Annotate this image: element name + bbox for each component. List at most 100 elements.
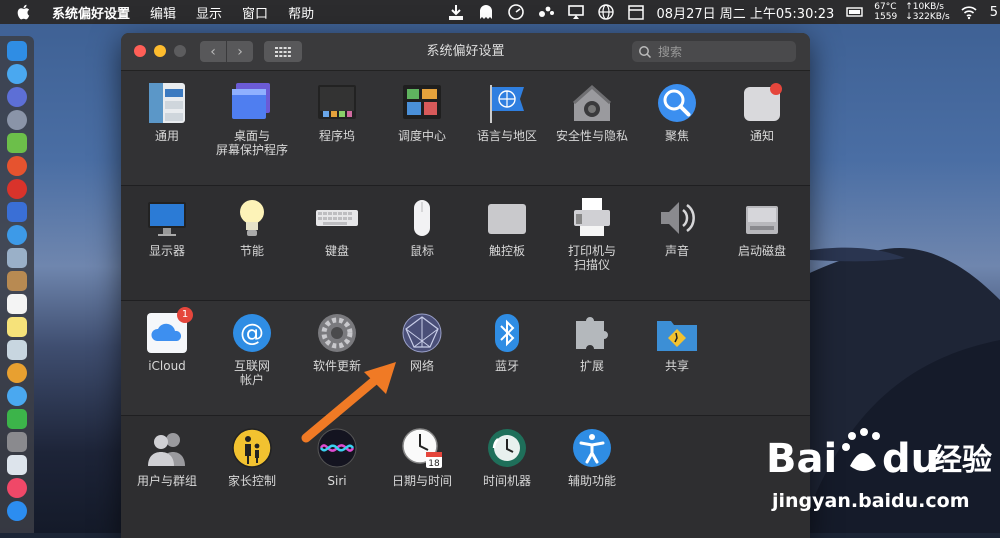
finder-icon[interactable] (7, 41, 27, 61)
app-red-icon[interactable] (7, 179, 27, 199)
datetime-icon: 18 (402, 428, 442, 469)
parental-icon (232, 428, 272, 468)
search-icon (639, 45, 652, 58)
pane-security-privacy[interactable]: 安全性与隐私 (549, 81, 635, 143)
pane-label: 辅助功能 (567, 474, 616, 488)
pane-users-groups[interactable]: 用户与群组 (124, 426, 210, 488)
pane-sound[interactable]: 声音 (634, 196, 720, 258)
menu-clock[interactable]: 08月27日 周二 上午05:30:23 (651, 3, 841, 22)
pane-general[interactable]: 通用 (124, 81, 210, 143)
pane-mouse[interactable]: 鼠标 (379, 196, 465, 258)
rocket-icon[interactable] (7, 110, 27, 130)
pane-spotlight[interactable]: 聚焦 (634, 81, 720, 143)
extensions-icon (576, 317, 608, 349)
battery-icon[interactable] (846, 3, 864, 21)
pane-internet-accounts[interactable]: @ 互联网 帐户 (209, 311, 295, 387)
prefs-section-hardware: 显示器 节能 键盘 鼠标 触控板 打印机与 扫描仪 声音 启动磁盘 (121, 186, 810, 301)
back-button[interactable]: ‹ (200, 41, 226, 62)
title-bar[interactable]: ‹ › 系统偏好设置 (121, 33, 810, 71)
sound-icon (661, 202, 695, 234)
launchpad-icon[interactable] (7, 87, 27, 107)
pane-startup-disk[interactable]: 启动磁盘 (719, 196, 805, 258)
pane-time-machine[interactable]: 时间机器 (464, 426, 550, 488)
pane-energy-saver[interactable]: 节能 (209, 196, 295, 258)
trackpad-icon (488, 204, 526, 234)
menu-view[interactable]: 显示 (186, 3, 232, 22)
search-field[interactable] (632, 41, 796, 62)
pane-label: 软件更新 (312, 359, 361, 373)
messages-icon[interactable] (7, 386, 27, 406)
pane-siri[interactable]: Siri (294, 426, 380, 488)
zoom-button[interactable] (174, 45, 186, 57)
browser-icon[interactable] (7, 156, 27, 176)
pane-mission-control[interactable]: 调度中心 (379, 81, 465, 143)
pane-sharing[interactable]: 共享 (634, 311, 720, 373)
minimize-button[interactable] (154, 45, 166, 57)
pane-language-region[interactable]: 语言与地区 (464, 81, 550, 143)
internet-accounts-icon: @ (233, 314, 271, 352)
menu-edit[interactable]: 编辑 (140, 3, 186, 22)
printer-icon (574, 198, 610, 236)
pane-label: 扩展 (579, 359, 604, 373)
cpu-fan-stats[interactable]: 67°C 1559 (870, 2, 901, 22)
svg-text:@: @ (240, 319, 264, 347)
calendar-icon[interactable] (627, 3, 645, 21)
pane-dock[interactable]: 程序坞 (294, 81, 380, 143)
pane-software-update[interactable]: 软件更新 (294, 311, 380, 373)
pane-bluetooth[interactable]: 蓝牙 (464, 311, 550, 373)
calendar-dock-icon[interactable] (7, 294, 27, 314)
speed-gauge-icon[interactable] (507, 3, 525, 21)
forward-button[interactable]: › (227, 41, 253, 62)
pane-label: 网络 (409, 359, 434, 373)
keynote-icon[interactable] (7, 455, 27, 475)
system-preferences-window: ‹ › 系统偏好设置 通用 桌面与 屏幕保护程序 程序坞 (121, 33, 810, 538)
facetime-icon[interactable] (7, 409, 27, 429)
app-blue-icon[interactable] (7, 202, 27, 222)
apple-icon[interactable] (16, 4, 30, 20)
pane-notifications[interactable]: 通知 (719, 81, 805, 143)
timemachine-icon (488, 429, 526, 467)
pane-label: 聚焦 (664, 129, 689, 143)
menu-edge-digit: 5 (989, 4, 998, 20)
wifi-icon[interactable] (960, 3, 978, 21)
pane-label: 显示器 (148, 244, 185, 258)
close-button[interactable] (134, 45, 146, 57)
download-icon[interactable] (447, 3, 465, 21)
pane-trackpad[interactable]: 触控板 (464, 196, 550, 258)
globe-icon[interactable] (597, 3, 615, 21)
safari-icon[interactable] (7, 225, 27, 245)
music-icon[interactable] (7, 478, 27, 498)
pane-displays[interactable]: 显示器 (124, 196, 210, 258)
pane-label: 程序坞 (318, 129, 355, 143)
notes-icon[interactable] (7, 317, 27, 337)
android-icon[interactable] (7, 133, 27, 153)
net-up: ↑10KB/s (905, 2, 944, 12)
pane-keyboard[interactable]: 键盘 (294, 196, 380, 258)
menu-window[interactable]: 窗口 (232, 3, 278, 22)
pane-extensions[interactable]: 扩展 (549, 311, 635, 373)
siri-dock-icon[interactable] (7, 64, 27, 84)
menu-app-name[interactable]: 系统偏好设置 (42, 3, 140, 22)
pane-date-time[interactable]: 18 日期与时间 (379, 426, 465, 488)
search-input[interactable] (656, 43, 790, 60)
contacts-icon[interactable] (7, 271, 27, 291)
show-all-button[interactable] (264, 41, 302, 62)
network-stats[interactable]: ↑10KB/s ↓322KB/s (901, 2, 954, 22)
pane-network[interactable]: 网络 (379, 311, 465, 373)
screen-mirror-icon[interactable] (567, 3, 585, 21)
ghost-icon[interactable] (477, 3, 495, 21)
maps-icon[interactable] (7, 340, 27, 360)
app-store-icon[interactable] (7, 501, 27, 521)
pane-parental-controls[interactable]: 家长控制 (209, 426, 295, 488)
baidu-logo: Bai du 经验 (766, 428, 992, 482)
dots-icon[interactable] (537, 3, 555, 21)
pane-icloud[interactable]: 1 iCloud (124, 307, 210, 373)
language-icon (490, 85, 524, 123)
preview-icon[interactable] (7, 248, 27, 268)
menu-help[interactable]: 帮助 (278, 3, 324, 22)
pane-desktop-screensaver[interactable]: 桌面与 屏幕保护程序 (209, 81, 295, 157)
pane-accessibility[interactable]: 辅助功能 (549, 426, 635, 488)
pane-printers-scanners[interactable]: 打印机与 扫描仪 (549, 196, 635, 272)
system-prefs-dock-icon[interactable] (7, 432, 27, 452)
photos-icon[interactable] (7, 363, 27, 383)
